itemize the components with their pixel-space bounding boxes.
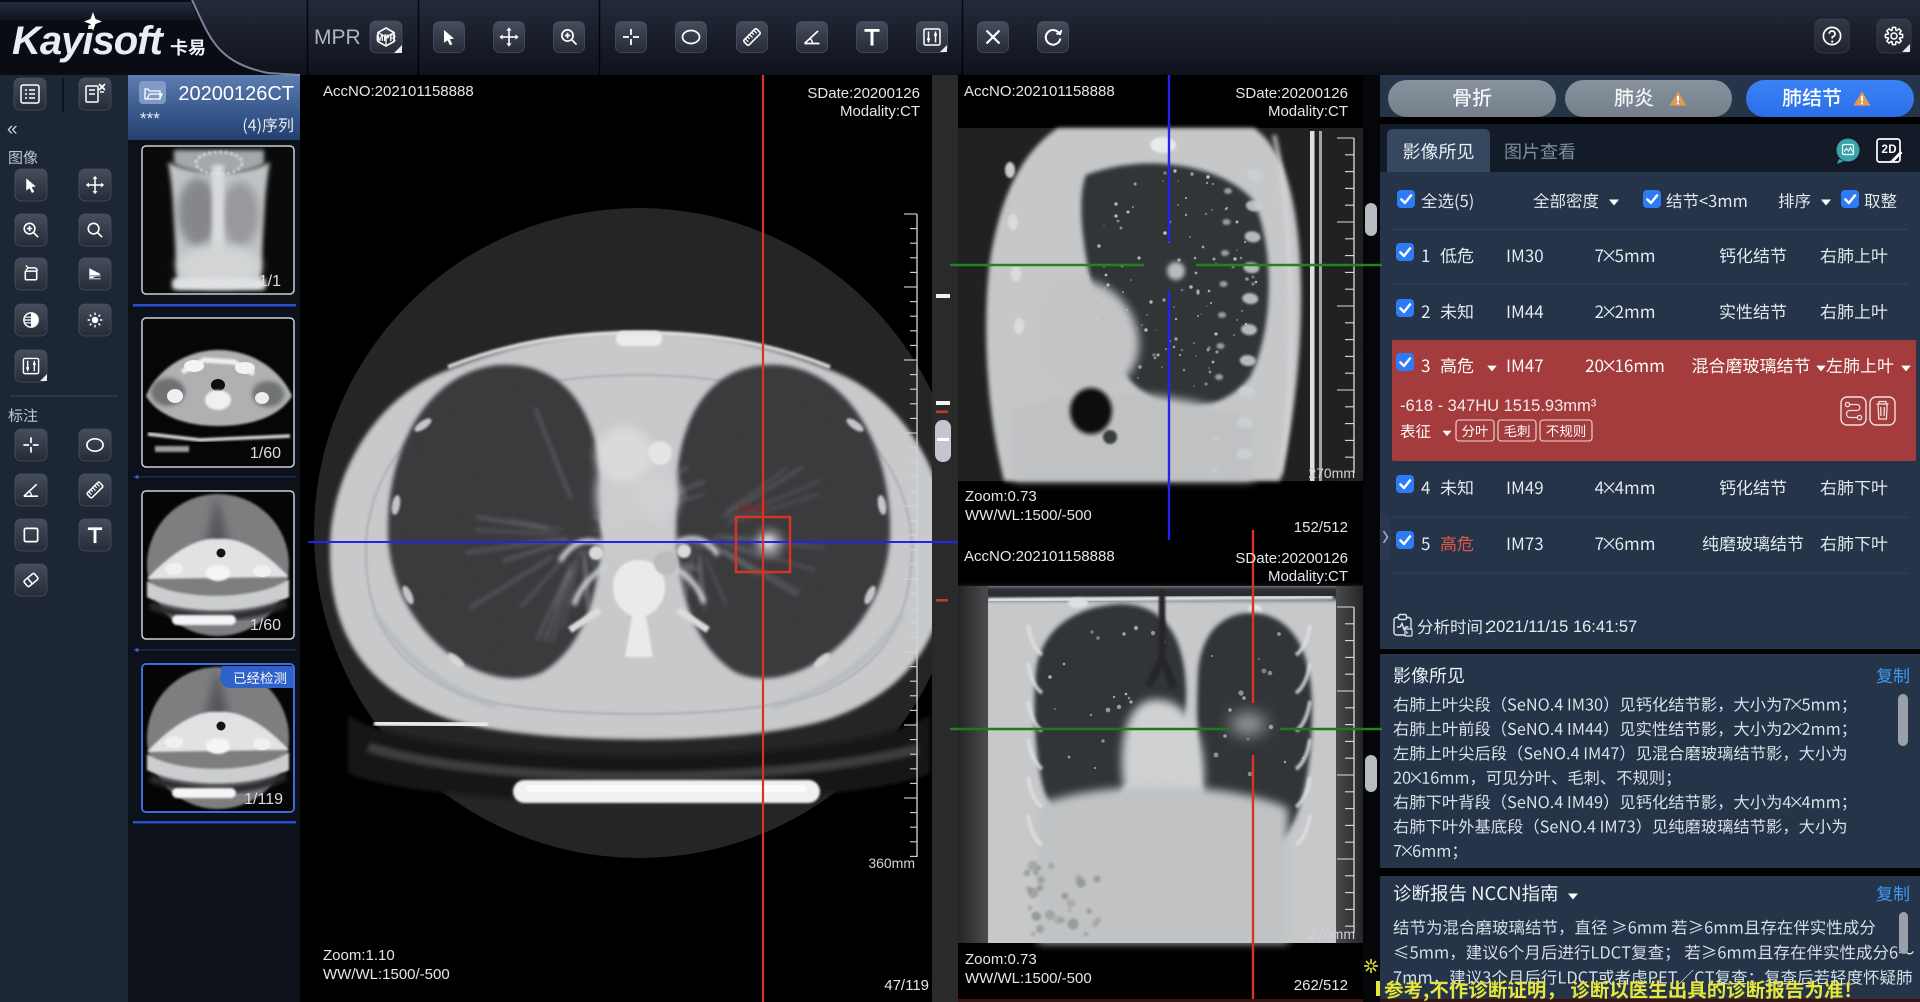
svg-text:IM47: IM47 — [738, 500, 769, 516]
